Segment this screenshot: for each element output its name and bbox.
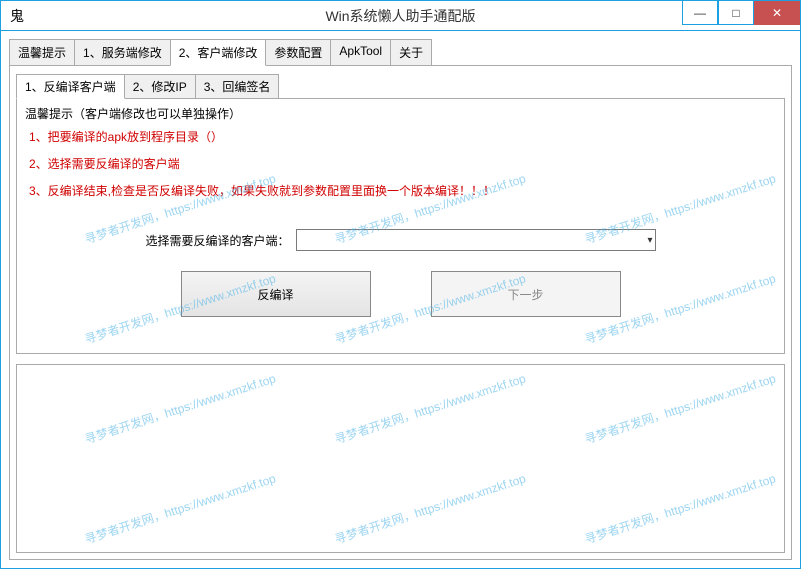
tab-tips[interactable]: 温馨提示 [9,39,75,65]
app-icon: 鬼 [7,6,27,26]
hint-step-1: 1、把要编译的apk放到程序目录（） [29,128,776,145]
minimize-button[interactable]: — [682,1,718,25]
app-window: 鬼 Win系统懒人助手通配版 — □ ✕ 温馨提示 1、服务端修改 2、客户端修… [0,0,801,569]
client-select[interactable]: ▾ [296,229,656,251]
hint-step-3: 3、反编译结束,检查是否反编译失败，如果失败就到参数配置里面换一个版本编译！！！ [29,182,776,199]
hint-main: 温馨提示（客户端修改也可以单独操作） [25,105,776,122]
inner-tab-resign[interactable]: 3、回编签名 [195,74,280,98]
tab-client-modify[interactable]: 2、客户端修改 [170,39,267,66]
inner-tab-modify-ip[interactable]: 2、修改IP [124,74,196,98]
titlebar[interactable]: 鬼 Win系统懒人助手通配版 — □ ✕ [1,1,800,31]
window-title: Win系统懒人助手通配版 [1,6,800,26]
content-area: 温馨提示 1、服务端修改 2、客户端修改 参数配置 ApkTool 关于 1、反… [1,31,800,568]
main-tabpanel: 1、反编译客户端 2、修改IP 3、回编签名 温馨提示（客户端修改也可以单独操作… [9,66,792,560]
inner-tabstrip: 1、反编译客户端 2、修改IP 3、回编签名 [16,74,785,99]
inner-tab-decompile[interactable]: 1、反编译客户端 [16,74,125,99]
chevron-down-icon: ▾ [647,235,652,246]
window-controls: — □ ✕ [682,1,800,25]
main-tabstrip: 温馨提示 1、服务端修改 2、客户端修改 参数配置 ApkTool 关于 [9,39,792,66]
close-button[interactable]: ✕ [754,1,800,25]
inner-panel: 温馨提示（客户端修改也可以单独操作） 1、把要编译的apk放到程序目录（） 2、… [16,99,785,354]
maximize-button[interactable]: □ [718,1,754,25]
tab-params[interactable]: 参数配置 [265,39,331,65]
client-select-row: 选择需要反编译的客户端： ▾ [25,229,776,251]
hint-step-2: 2、选择需要反编译的客户端 [29,155,776,172]
next-button[interactable]: 下一步 [431,271,621,317]
log-output[interactable] [16,364,785,553]
decompile-button[interactable]: 反编译 [181,271,371,317]
client-select-label: 选择需要反编译的客户端： [145,232,289,249]
tab-server-modify[interactable]: 1、服务端修改 [74,39,171,65]
button-row: 反编译 下一步 [25,271,776,317]
tab-apktool[interactable]: ApkTool [330,39,391,65]
tab-about[interactable]: 关于 [390,39,432,65]
